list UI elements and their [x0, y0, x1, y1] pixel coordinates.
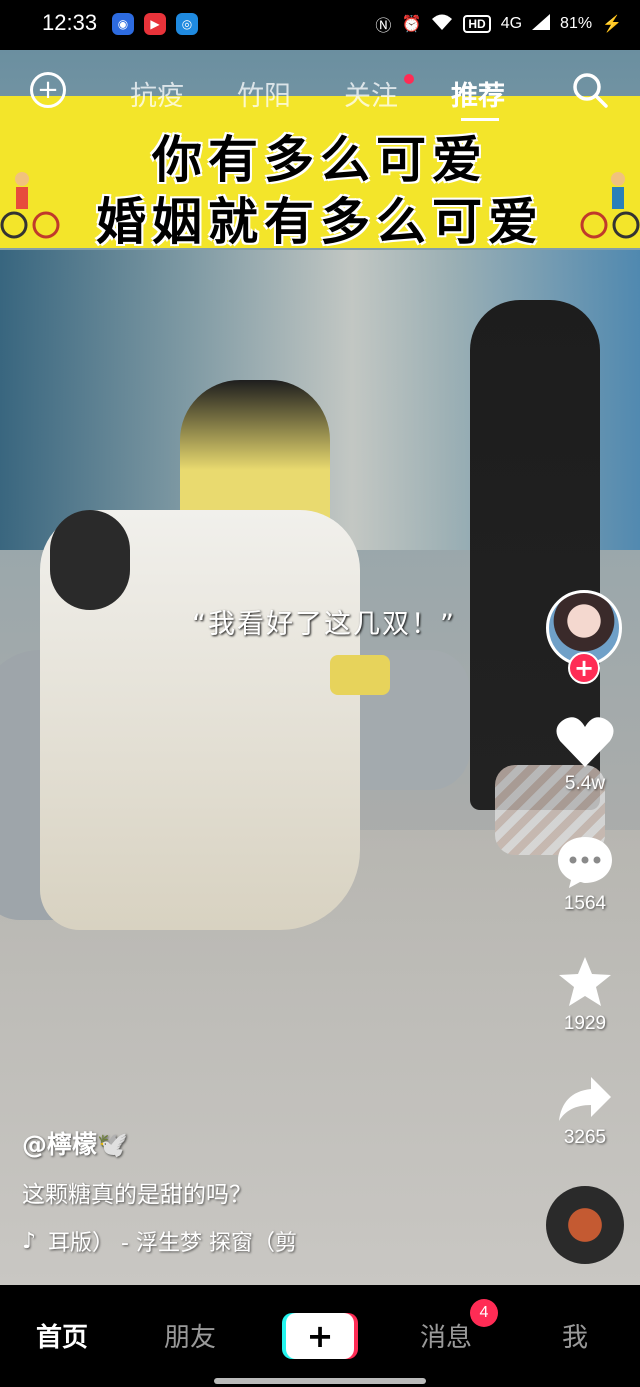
hd-badge: HD: [463, 15, 491, 33]
like-button[interactable]: 5.4w: [540, 715, 630, 795]
signal-icon: [532, 13, 551, 35]
nav-friends[interactable]: 朋友: [164, 1317, 216, 1354]
browser-app-icon: ◎: [176, 13, 198, 35]
tab-zhuyang[interactable]: 竹阳: [237, 74, 291, 113]
share-arrow-icon: [559, 1077, 611, 1121]
post-description[interactable]: 这颗糖真的是甜的吗？: [22, 1175, 252, 1209]
follow-button[interactable]: +: [568, 652, 600, 684]
status-indicators: Ⓝ ⏰ HD 4G 81% ⚡: [375, 12, 622, 36]
tab-following[interactable]: 关注: [344, 74, 398, 113]
author-handle[interactable]: @檸檬🕊️: [22, 1125, 128, 1161]
wifi-icon: [431, 13, 453, 36]
nav-home[interactable]: 首页: [36, 1317, 88, 1354]
share-count: 3265: [563, 1127, 607, 1148]
bicycle-icon: [0, 172, 60, 239]
share-button[interactable]: 3265: [540, 1075, 630, 1149]
add-plus-button[interactable]: +: [30, 72, 66, 108]
tab-kangyi[interactable]: 抗疫: [130, 74, 184, 113]
music-title: 耳版） - 浮生梦 探窗（剪: [48, 1231, 297, 1256]
bottom-nav: 首页 朋友 + 消息 4 我: [0, 1285, 640, 1387]
star-icon: [559, 957, 611, 1006]
battery-level: 81%: [560, 15, 593, 32]
video-app-icon: ▶: [144, 13, 166, 35]
video-caption: “我看好了这几双！”: [192, 609, 456, 640]
alarm-icon: ⏰: [401, 16, 422, 33]
following-unread-dot: [404, 74, 414, 84]
nav-messages[interactable]: 消息: [420, 1317, 472, 1354]
comment-count: 1564: [563, 893, 607, 914]
app-notification-icon: ◉: [112, 13, 134, 35]
top-tab-bar: + 抗疫 竹阳 关注 推荐: [0, 60, 640, 121]
heart-icon: [556, 717, 614, 767]
video-person-head: [50, 510, 130, 610]
search-icon[interactable]: [570, 70, 610, 110]
tab-recommended[interactable]: 推荐: [451, 74, 505, 113]
create-button[interactable]: +: [286, 1313, 354, 1359]
home-indicator[interactable]: [214, 1378, 426, 1384]
like-count: 5.4w: [564, 773, 606, 794]
nfc-icon: Ⓝ: [375, 18, 392, 35]
music-disc-icon[interactable]: [546, 1186, 624, 1264]
active-tab-indicator: [461, 118, 499, 121]
music-info[interactable]: ♪ 耳版） - 浮生梦 探窗（剪: [22, 1225, 297, 1257]
battery-icon: ⚡: [602, 16, 622, 33]
comment-icon: [558, 837, 612, 888]
banner-line-2: 婚姻就有多么可爱: [96, 192, 544, 251]
nav-me[interactable]: 我: [562, 1317, 588, 1354]
video-bag: [330, 655, 390, 695]
status-app-icons: ◉ ▶ ◎: [112, 13, 198, 35]
status-time: 12:33: [42, 10, 98, 35]
messages-badge: 4: [470, 1299, 498, 1327]
music-note-icon: ♪: [22, 1228, 37, 1254]
comment-button[interactable]: 1564: [540, 835, 630, 915]
bicycle-icon: [580, 172, 640, 239]
favorite-button[interactable]: 1929: [540, 955, 630, 1035]
favorite-count: 1929: [563, 1013, 607, 1034]
signal-label: 4G: [500, 15, 523, 32]
status-bar: 12:33 ◉ ▶ ◎ Ⓝ ⏰ HD 4G 81% ⚡: [0, 0, 640, 50]
